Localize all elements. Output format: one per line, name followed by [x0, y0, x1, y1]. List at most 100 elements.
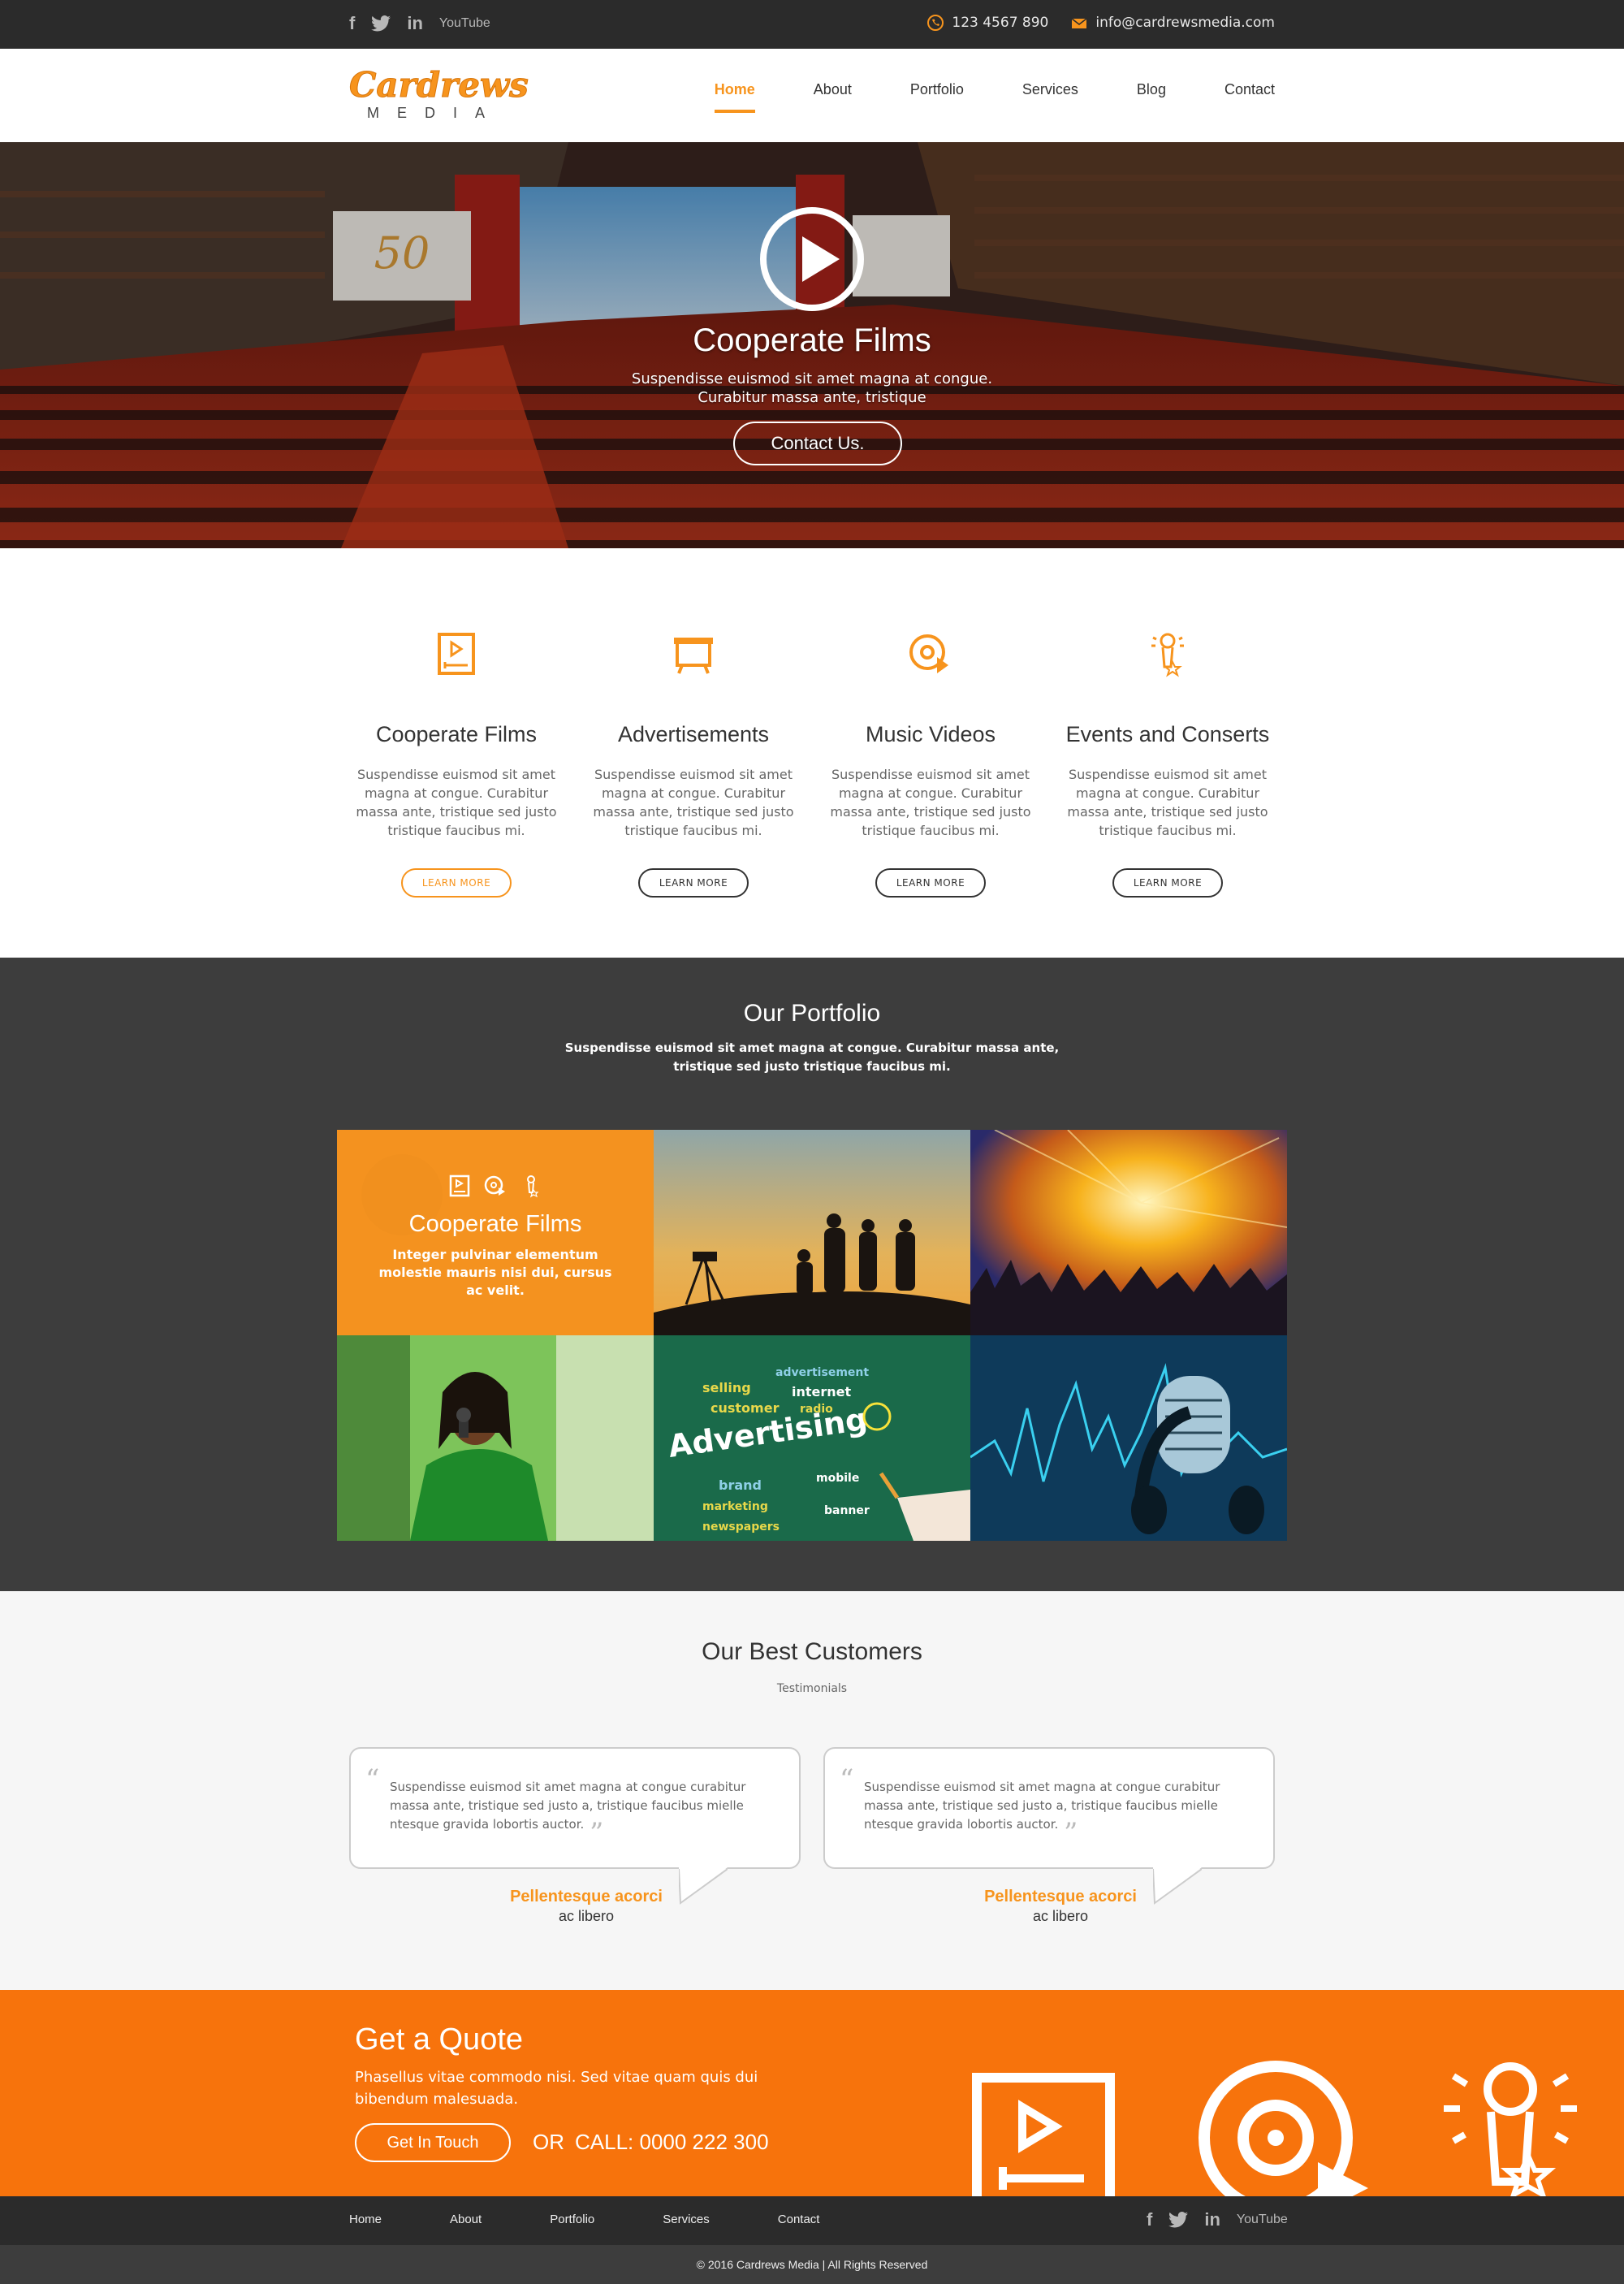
film-icon — [438, 633, 475, 675]
get-in-touch-button[interactable]: Get In Touch — [355, 2123, 511, 2162]
service-title: Cooperate Films — [375, 722, 538, 746]
author-name: Pellentesque acorci — [984, 1888, 1137, 1905]
quote-text: Phasellus vitae commodo nisi. Sed vitae … — [355, 2069, 758, 2108]
service-card: Advertisements Suspendisse euismod sit a… — [587, 629, 800, 898]
contact-info: 123 4567 890 info@cardrewsmedia.com — [927, 15, 1275, 31]
service-card: Cooperate Films Suspendisse euismod sit … — [350, 629, 563, 898]
footer-link-home[interactable]: Home — [349, 2213, 382, 2226]
footer-link-about[interactable]: About — [450, 2213, 482, 2226]
quote-title: Get a Quote — [355, 2022, 524, 2057]
envelope-icon — [1071, 18, 1087, 28]
service-text: Suspendisse euismod sit amet magna at co… — [1067, 767, 1268, 838]
phone-icon — [927, 15, 944, 31]
hero-subtitle: Suspendisse euismod sit amet magna at co… — [631, 370, 993, 406]
svg-text:brand: brand — [719, 1477, 762, 1493]
disc-play-icon — [484, 1175, 505, 1196]
disc-play-icon — [1199, 2061, 1368, 2196]
portfolio-tile-concert[interactable] — [970, 1130, 1287, 1335]
twitter-icon[interactable] — [371, 15, 391, 32]
learn-more-button[interactable]: LEARN MORE — [1112, 868, 1223, 898]
learn-more-button[interactable]: LEARN MORE — [401, 868, 512, 898]
testimonial-text: Suspendisse euismod sit amet magna at co… — [864, 1780, 1220, 1832]
portfolio-tile-microphone[interactable] — [970, 1335, 1287, 1541]
customers-section: Our Best Customers Testimonials “ Suspen… — [0, 1591, 1624, 1990]
services-section: Cooperate Films Suspendisse euismod sit … — [0, 548, 1624, 958]
nav-about[interactable]: About — [814, 81, 852, 113]
tile-description: Integer pulvinar elementum molestie maur… — [378, 1247, 612, 1298]
svg-text:customer: customer — [710, 1400, 780, 1416]
learn-more-button[interactable]: LEARN MORE — [875, 868, 986, 898]
youtube-icon[interactable]: YouTube — [439, 16, 490, 31]
author-role: ac libero — [558, 1908, 615, 1924]
phone-text: 123 4567 890 — [952, 15, 1049, 31]
footer-link-services[interactable]: Services — [663, 2213, 710, 2226]
email-item[interactable]: info@cardrewsmedia.com — [1071, 15, 1275, 31]
youtube-icon[interactable]: YouTube — [1237, 2213, 1288, 2227]
copyright: © 2016 Cardrews Media | All Rights Reser… — [0, 2245, 1624, 2284]
microphone-star-icon — [1151, 633, 1184, 677]
portfolio-subtitle: Suspendisse euismod sit amet magna at co… — [564, 1040, 1060, 1074]
play-button-icon[interactable] — [760, 207, 864, 311]
footer-link-contact[interactable]: Contact — [778, 2213, 820, 2226]
hero-title: Cooperate Films — [693, 322, 931, 358]
service-text: Suspendisse euismod sit amet magna at co… — [830, 767, 1031, 838]
testimonial-text: Suspendisse euismod sit amet magna at co… — [390, 1780, 746, 1832]
footer-link-portfolio[interactable]: Portfolio — [550, 2213, 594, 2226]
nav-services[interactable]: Services — [1022, 81, 1078, 113]
tile-title: Cooperate Films — [408, 1211, 582, 1237]
top-bar: f in YouTube 123 4567 890 info@cardrewsm… — [0, 0, 1624, 49]
logo[interactable]: Cardrews MEDIA — [349, 66, 529, 123]
svg-text:banner: banner — [824, 1504, 870, 1517]
contact-us-button[interactable]: Contact Us. — [733, 422, 902, 465]
service-title: Music Videos — [865, 722, 996, 746]
nav-home[interactable]: Home — [714, 81, 755, 113]
linkedin-icon[interactable]: in — [1204, 2209, 1220, 2230]
facebook-icon[interactable]: f — [1147, 2209, 1152, 2230]
portfolio-section: Our Portfolio Suspendisse euismod sit am… — [0, 958, 1624, 1591]
call-number[interactable]: CALL: 0000 222 300 — [575, 2130, 769, 2155]
site-header: Cardrews MEDIA Home About Portfolio Serv… — [0, 49, 1624, 142]
disc-play-icon — [909, 634, 948, 673]
portfolio-title: Our Portfolio — [743, 1000, 881, 1027]
open-quote-icon: “ — [365, 1763, 380, 1796]
learn-more-button[interactable]: LEARN MORE — [638, 868, 749, 898]
hero-banner: 50 Cooperate Films Suspendisse euismod s… — [0, 142, 1624, 548]
svg-text:marketing: marketing — [702, 1500, 768, 1513]
portfolio-tile-advertising[interactable]: Advertising selling customer advertiseme… — [654, 1335, 970, 1541]
svg-text:mobile: mobile — [816, 1472, 859, 1485]
testimonials-label: Testimonials — [776, 1682, 848, 1695]
twitter-icon[interactable] — [1168, 2212, 1189, 2228]
nav-blog[interactable]: Blog — [1137, 81, 1166, 113]
phone-item[interactable]: 123 4567 890 — [927, 15, 1048, 31]
testimonial-card: “ Suspendisse euismod sit amet magna at … — [349, 1747, 801, 1869]
tile-icons — [337, 1174, 654, 1198]
testimonial-card: “ Suspendisse euismod sit amet magna at … — [823, 1747, 1275, 1869]
quote-band: Get a Quote Phasellus vitae commodo nisi… — [0, 1990, 1624, 2196]
portfolio-tile-singer[interactable] — [337, 1335, 654, 1541]
service-card: Events and Conserts Suspendisse euismod … — [1061, 629, 1274, 898]
linkedin-icon[interactable]: in — [407, 13, 423, 34]
close-quote-icon: ” — [1064, 1817, 1078, 1849]
testimonial-author: Pellentesque acorci ac libero — [939, 1888, 1182, 1925]
service-card: Music Videos Suspendisse euismod sit ame… — [824, 629, 1037, 898]
author-name: Pellentesque acorci — [510, 1888, 663, 1905]
film-icon — [449, 1174, 470, 1197]
service-title: Advertisements — [617, 722, 770, 746]
tile-overlay: Cooperate Films Integer pulvinar element… — [337, 1130, 654, 1335]
facebook-icon[interactable]: f — [349, 13, 355, 34]
tv-icon — [674, 638, 713, 674]
footer-social-links: f in YouTube — [1147, 2209, 1288, 2230]
footer: Home About Portfolio Services Contact f … — [0, 2196, 1624, 2245]
service-text: Suspendisse euismod sit amet magna at co… — [356, 767, 557, 838]
email-text: info@cardrewsmedia.com — [1095, 15, 1275, 31]
film-icon — [972, 2073, 1115, 2196]
portfolio-tile-featured[interactable]: Cooperate Films Integer pulvinar element… — [337, 1130, 654, 1335]
svg-text:internet: internet — [792, 1384, 852, 1399]
author-role: ac libero — [1032, 1908, 1089, 1924]
portfolio-grid: Cooperate Films Integer pulvinar element… — [337, 1130, 1287, 1541]
logo-tagline: MEDIA — [367, 105, 503, 121]
svg-text:selling: selling — [702, 1380, 751, 1395]
nav-portfolio[interactable]: Portfolio — [910, 81, 964, 113]
portfolio-tile-film-crew[interactable] — [654, 1130, 970, 1335]
nav-contact[interactable]: Contact — [1224, 81, 1275, 113]
